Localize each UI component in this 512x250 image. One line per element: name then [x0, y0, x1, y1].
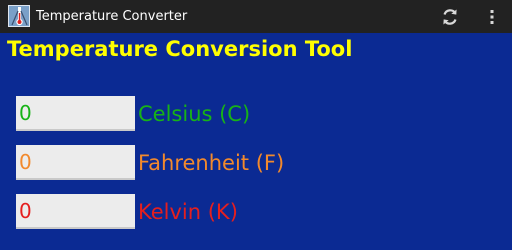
- page-title: Temperature Conversion Tool: [7, 37, 353, 61]
- app-title: Temperature Converter: [36, 9, 188, 24]
- kelvin-input[interactable]: [16, 194, 135, 229]
- celsius-input[interactable]: [16, 96, 135, 131]
- fahrenheit-label: Fahrenheit (F): [138, 151, 285, 175]
- fahrenheit-row: Fahrenheit (F): [0, 145, 512, 181]
- overflow-menu-icon: [490, 10, 494, 24]
- action-bar: Temperature Converter: [0, 0, 512, 33]
- refresh-button[interactable]: [438, 5, 462, 29]
- app-window: Temperature Converter Temperature Conver…: [0, 0, 512, 250]
- fahrenheit-input[interactable]: [16, 145, 135, 180]
- refresh-icon: [443, 9, 457, 25]
- overflow-menu-button[interactable]: [482, 5, 502, 29]
- celsius-label: Celsius (C): [138, 102, 251, 126]
- app-thermometer-icon: [8, 5, 30, 27]
- celsius-row: Celsius (C): [0, 96, 512, 132]
- kelvin-label: Kelvin (K): [138, 200, 238, 224]
- kelvin-row: Kelvin (K): [0, 194, 512, 230]
